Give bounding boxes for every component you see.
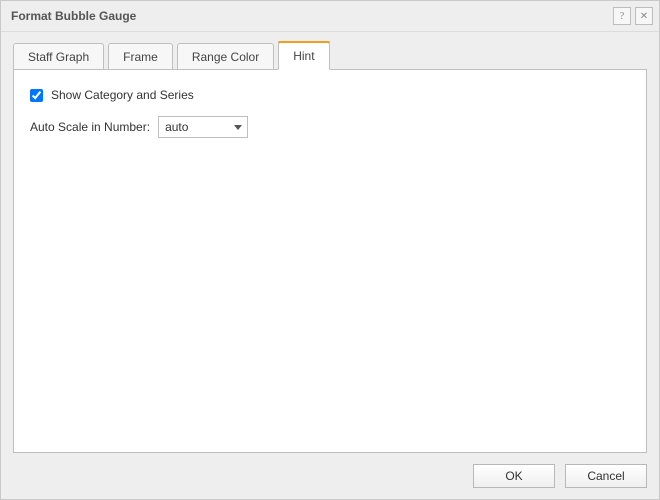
help-icon: ?: [620, 11, 624, 22]
close-icon: ✕: [640, 11, 648, 22]
cancel-button[interactable]: Cancel: [565, 464, 647, 488]
tab-frame[interactable]: Frame: [108, 43, 173, 70]
tab-hint[interactable]: Hint: [278, 42, 329, 70]
help-button[interactable]: ?: [613, 7, 631, 25]
tab-label: Staff Graph: [28, 50, 89, 64]
show-category-series-label: Show Category and Series: [51, 88, 194, 102]
ok-button-label: OK: [505, 469, 522, 483]
tab-label: Hint: [293, 49, 314, 63]
close-button[interactable]: ✕: [635, 7, 653, 25]
ok-button[interactable]: OK: [473, 464, 555, 488]
tab-label: Range Color: [192, 50, 259, 64]
cancel-button-label: Cancel: [587, 469, 624, 483]
auto-scale-select-wrap: auto: [158, 116, 248, 138]
format-bubble-gauge-dialog: Format Bubble Gauge ? ✕ Staff Graph Fram…: [0, 0, 660, 500]
tab-range-color[interactable]: Range Color: [177, 43, 274, 70]
auto-scale-row: Auto Scale in Number: auto: [30, 116, 630, 138]
auto-scale-label: Auto Scale in Number:: [30, 120, 150, 134]
hint-panel: Show Category and Series Auto Scale in N…: [13, 69, 647, 453]
show-category-series-row: Show Category and Series: [30, 88, 630, 102]
tab-strip: Staff Graph Frame Range Color Hint: [13, 42, 647, 70]
dialog-footer: OK Cancel: [1, 453, 659, 499]
show-category-series-checkbox[interactable]: [30, 89, 43, 102]
titlebar: Format Bubble Gauge ? ✕: [1, 1, 659, 32]
dialog-title: Format Bubble Gauge: [11, 9, 609, 23]
tab-label: Frame: [123, 50, 158, 64]
auto-scale-select[interactable]: auto: [158, 116, 248, 138]
tab-staff-graph[interactable]: Staff Graph: [13, 43, 104, 70]
dialog-body: Staff Graph Frame Range Color Hint Show …: [1, 32, 659, 453]
